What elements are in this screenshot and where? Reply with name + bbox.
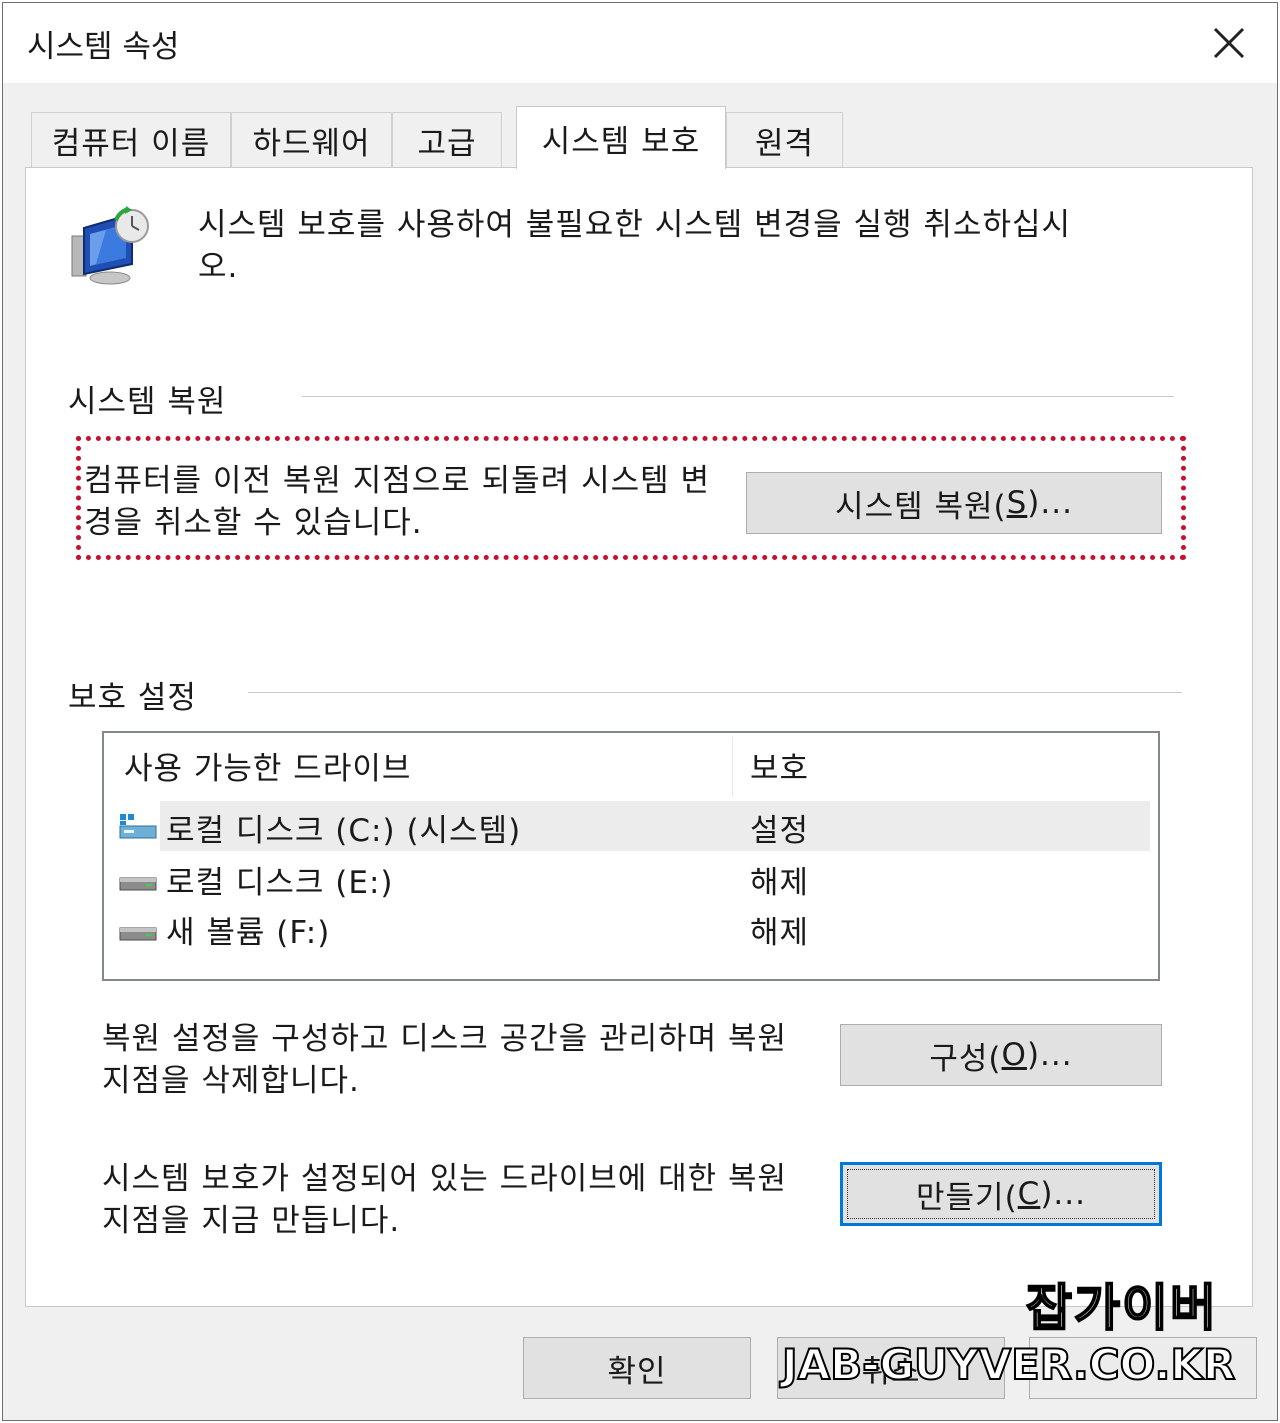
button-text: 만들기( — [916, 1179, 1018, 1216]
system-properties-window: 시스템 속성 컴퓨터 이름 하드웨어 고급 시스템 보호 원격 시스템 보호를 … — [2, 2, 1278, 1421]
create-description: 시스템 보호가 설정되어 있는 드라이브에 대한 복원 지점을 지금 만듭니다. — [102, 1161, 788, 1239]
tab-remote[interactable]: 원격 — [726, 112, 843, 168]
close-button[interactable] — [1197, 11, 1261, 75]
column-header-protection[interactable]: 보호 — [750, 733, 809, 797]
close-icon — [1213, 27, 1245, 59]
button-text: 구성( — [929, 1040, 1002, 1077]
protection-group-label: 보호 설정 — [68, 672, 209, 717]
drive-protection-status: 해제 — [750, 915, 810, 951]
drive-row-e[interactable]: 로컬 디스크 (E:) 해제 — [104, 853, 1154, 903]
tab-computer-name[interactable]: 컴퓨터 이름 — [31, 112, 231, 168]
configure-button[interactable]: 구성(O)... — [840, 1024, 1162, 1086]
button-access-key: S — [1006, 485, 1028, 521]
system-restore-button[interactable]: 시스템 복원(S)... — [746, 472, 1162, 534]
button-text: )... — [1040, 1176, 1086, 1212]
column-divider — [732, 737, 733, 797]
button-text: 시스템 복원( — [835, 488, 1007, 525]
restore-group-divider — [302, 396, 1174, 397]
restore-description: 컴퓨터를 이전 복원 지점으로 되돌려 시스템 변경을 취소할 수 있습니다. — [84, 463, 711, 541]
system-protection-icon — [66, 206, 154, 294]
drive-icon — [119, 877, 157, 891]
tab-bar: 컴퓨터 이름 하드웨어 고급 시스템 보호 원격 — [31, 106, 931, 169]
button-access-key: C — [1017, 1176, 1041, 1212]
drive-list[interactable]: 사용 가능한 드라이브 보호 로컬 디스크 (C:) (시스템) 설정 로컬 디… — [102, 731, 1160, 981]
intro-text: 시스템 보호를 사용하여 불필요한 시스템 변경을 실행 취소하십시오. — [198, 207, 1072, 285]
create-button[interactable]: 만들기(C)... — [840, 1162, 1162, 1226]
tab-label: 원격 — [754, 126, 815, 162]
watermark-domain: JAB-GUYVER.CO.KR — [781, 1339, 1236, 1390]
restore-group-label: 시스템 복원 — [68, 376, 239, 421]
tab-label: 하드웨어 — [252, 126, 371, 162]
drive-protection-status: 설정 — [750, 813, 810, 849]
system-protection-panel: 시스템 보호를 사용하여 불필요한 시스템 변경을 실행 취소하십시오. 시스템… — [25, 167, 1253, 1307]
tab-label: 시스템 보호 — [541, 123, 701, 160]
button-text: )... — [1026, 1037, 1073, 1073]
drive-protection-status: 해제 — [750, 865, 810, 901]
drive-icon — [119, 927, 157, 941]
tab-hardware[interactable]: 하드웨어 — [231, 112, 392, 168]
drive-name: 새 볼륨 (F:) — [166, 915, 331, 951]
column-header-drive[interactable]: 사용 가능한 드라이브 — [124, 733, 411, 797]
ok-button[interactable]: 확인 — [523, 1337, 751, 1399]
drive-row-f[interactable]: 새 볼륨 (F:) 해제 — [104, 903, 1154, 953]
tab-advanced[interactable]: 고급 — [392, 112, 502, 168]
window-title: 시스템 속성 — [27, 29, 180, 65]
title-bar: 시스템 속성 — [3, 3, 1277, 83]
system-drive-icon — [119, 814, 157, 839]
button-text: 확인 — [607, 1353, 667, 1390]
drive-row-c[interactable]: 로컬 디스크 (C:) (시스템) 설정 — [104, 801, 1154, 851]
tab-system-protection[interactable]: 시스템 보호 — [516, 106, 726, 169]
drive-name: 로컬 디스크 (C:) (시스템) — [166, 813, 522, 849]
tab-label: 컴퓨터 이름 — [51, 126, 211, 162]
watermark-korean: 잡가이버 — [1025, 1278, 1218, 1338]
configure-description: 복원 설정을 구성하고 디스크 공간을 관리하며 복원 지점을 삭제합니다. — [102, 1021, 788, 1099]
list-header: 사용 가능한 드라이브 보호 — [104, 733, 1154, 797]
drive-name: 로컬 디스크 (E:) — [166, 865, 394, 901]
protection-group-divider — [248, 692, 1182, 693]
button-access-key: O — [1001, 1037, 1027, 1073]
tab-label: 고급 — [417, 126, 477, 162]
button-text: )... — [1027, 485, 1073, 521]
